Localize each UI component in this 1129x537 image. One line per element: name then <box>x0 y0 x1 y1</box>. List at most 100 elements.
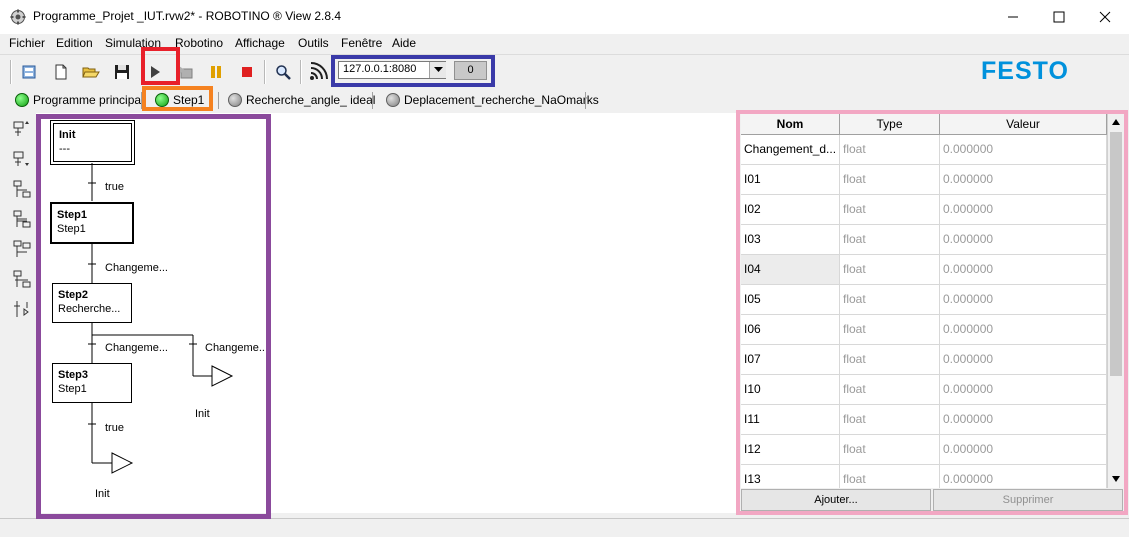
variable-type-cell[interactable]: float <box>840 345 940 374</box>
menu-fenetre[interactable]: Fenêtre <box>341 36 382 50</box>
scroll-down-icon[interactable] <box>1111 475 1121 483</box>
variable-type-cell[interactable]: float <box>840 225 940 254</box>
table-scrollbar[interactable] <box>1107 114 1124 488</box>
variable-name-cell[interactable]: Changement_d... <box>741 135 840 164</box>
variable-name-cell[interactable]: I13 <box>741 465 840 488</box>
close-button[interactable] <box>1082 0 1128 34</box>
variable-value-cell[interactable]: 0.000000 <box>940 135 1107 164</box>
step-step2[interactable]: Step2 Recherche... <box>52 283 132 323</box>
step-step3[interactable]: Step3 Step1 <box>52 363 132 403</box>
column-header-type[interactable]: Type <box>840 114 940 135</box>
table-row[interactable]: I02 float 0.000000 <box>741 195 1107 225</box>
variable-value-cell[interactable]: 0.000000 <box>940 225 1107 254</box>
column-header-valeur[interactable]: Valeur <box>940 114 1107 135</box>
scroll-up-icon[interactable] <box>1111 118 1121 126</box>
tab-programme-principal[interactable]: Programme principal <box>15 90 144 110</box>
variable-value-cell[interactable]: 0.000000 <box>940 315 1107 344</box>
branch-merge-icon[interactable] <box>12 240 32 258</box>
variable-name-cell[interactable]: I03 <box>741 225 840 254</box>
variable-type-cell[interactable]: float <box>840 285 940 314</box>
table-row[interactable]: I07 float 0.000000 <box>741 345 1107 375</box>
project-button[interactable] <box>18 61 40 83</box>
table-row[interactable]: I06 float 0.000000 <box>741 315 1107 345</box>
pause-button[interactable] <box>205 61 227 83</box>
step-button[interactable] <box>175 61 197 83</box>
variable-name-cell[interactable]: I01 <box>741 165 840 194</box>
variable-name-cell[interactable]: I11 <box>741 405 840 434</box>
table-row[interactable]: I05 float 0.000000 <box>741 285 1107 315</box>
variable-name-cell[interactable]: I12 <box>741 435 840 464</box>
variable-value-cell[interactable]: 0.000000 <box>940 435 1107 464</box>
jump-icon[interactable] <box>12 300 32 318</box>
variable-value-cell[interactable]: 0.000000 <box>940 405 1107 434</box>
variable-value-cell[interactable]: 0.000000 <box>940 345 1107 374</box>
variable-value-cell[interactable]: 0.000000 <box>940 195 1107 224</box>
branch-alternative-icon[interactable] <box>12 180 32 198</box>
tab-recherche-angle-ideal[interactable]: Recherche_angle_ ideal <box>228 90 375 110</box>
variable-name-cell[interactable]: I05 <box>741 285 840 314</box>
menu-fichier[interactable]: Fichier <box>9 36 45 50</box>
tab-deplacement-recherche[interactable]: Deplacement_recherche_NaOmarks <box>386 90 599 110</box>
variable-value-cell[interactable]: 0.000000 <box>940 255 1107 284</box>
save-button[interactable] <box>111 61 133 83</box>
variable-name-cell[interactable]: I07 <box>741 345 840 374</box>
menu-edition[interactable]: Edition <box>56 36 93 50</box>
panel-splitter[interactable] <box>736 113 738 513</box>
variable-type-cell[interactable]: float <box>840 375 940 404</box>
menu-aide[interactable]: Aide <box>392 36 416 50</box>
menu-outils[interactable]: Outils <box>298 36 329 50</box>
table-row[interactable]: I04 float 0.000000 <box>741 255 1107 285</box>
variable-type-cell[interactable]: float <box>840 315 940 344</box>
variable-type-cell[interactable]: float <box>840 405 940 434</box>
maximize-button[interactable] <box>1036 0 1082 34</box>
step-init[interactable]: Init --- <box>50 120 135 165</box>
table-row[interactable]: I03 float 0.000000 <box>741 225 1107 255</box>
minimize-button[interactable] <box>990 0 1036 34</box>
table-row[interactable]: I01 float 0.000000 <box>741 165 1107 195</box>
variable-name-cell[interactable]: I02 <box>741 195 840 224</box>
variable-value-cell[interactable]: 0.000000 <box>940 375 1107 404</box>
add-variable-button[interactable]: Ajouter... <box>741 489 931 511</box>
variable-type-cell[interactable]: float <box>840 135 940 164</box>
column-header-nom[interactable]: Nom <box>741 114 840 135</box>
menu-simulation[interactable]: Simulation <box>105 36 161 50</box>
variable-name-cell[interactable]: I04 <box>741 255 840 284</box>
table-row[interactable]: I11 float 0.000000 <box>741 405 1107 435</box>
table-row[interactable]: Changement_d... float 0.000000 <box>741 135 1107 165</box>
variable-type-cell[interactable]: float <box>840 165 940 194</box>
insert-step-before-icon[interactable] <box>12 120 32 138</box>
branch-loop-icon[interactable] <box>12 270 32 288</box>
variable-name-cell[interactable]: I10 <box>741 375 840 404</box>
stop-button[interactable] <box>236 61 258 83</box>
transition-label[interactable]: Changeme.. <box>205 342 265 354</box>
table-row[interactable]: I13 float 0.000000 <box>741 465 1107 488</box>
table-row[interactable]: I12 float 0.000000 <box>741 435 1107 465</box>
table-row[interactable]: I10 float 0.000000 <box>741 375 1107 405</box>
menu-robotino[interactable]: Robotino <box>175 36 223 50</box>
variable-type-cell[interactable]: float <box>840 435 940 464</box>
open-folder-button[interactable] <box>80 61 102 83</box>
branch-parallel-icon[interactable] <box>12 210 32 228</box>
transition-label[interactable]: true <box>105 422 124 434</box>
search-button[interactable] <box>272 61 294 83</box>
variable-value-cell[interactable]: 0.000000 <box>940 285 1107 314</box>
variable-name-cell[interactable]: I06 <box>741 315 840 344</box>
new-file-button[interactable] <box>50 61 72 83</box>
variable-value-cell[interactable]: 0.000000 <box>940 465 1107 488</box>
address-dropdown-button[interactable] <box>429 62 446 78</box>
variable-type-cell[interactable]: float <box>840 195 940 224</box>
insert-step-after-icon[interactable] <box>12 150 32 168</box>
tab-step1[interactable]: Step1 <box>155 90 204 110</box>
menu-affichage[interactable]: Affichage <box>235 36 285 50</box>
variable-value-cell[interactable]: 0.000000 <box>940 165 1107 194</box>
transition-label[interactable]: Changeme... <box>105 342 168 354</box>
step-step1[interactable]: Step1 Step1 <box>50 202 134 244</box>
delete-variable-button[interactable]: Supprimer <box>933 489 1123 511</box>
connect-button[interactable] <box>307 61 329 83</box>
transition-label[interactable]: Changeme... <box>105 262 168 274</box>
transition-label[interactable]: true <box>105 181 124 193</box>
run-button[interactable] <box>144 61 166 83</box>
scrollbar-thumb[interactable] <box>1110 132 1122 376</box>
variable-type-cell[interactable]: float <box>840 255 940 284</box>
variable-type-cell[interactable]: float <box>840 465 940 488</box>
